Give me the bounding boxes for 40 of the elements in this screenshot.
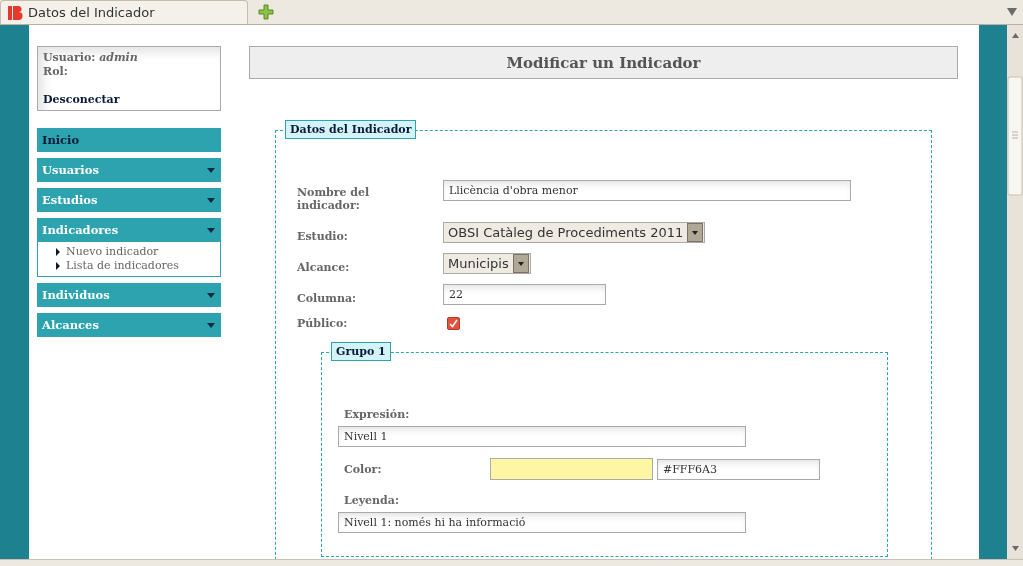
logo-icon <box>7 4 23 21</box>
dropdown-arrow-icon <box>207 167 215 173</box>
field-label: Columna: <box>297 292 358 305</box>
text-field[interactable]: Nivell 1 <box>338 426 746 447</box>
bullet-icon <box>56 248 60 256</box>
color-swatch[interactable] <box>490 458 653 480</box>
new-tab-icon[interactable] <box>258 4 274 20</box>
checkbox[interactable] <box>447 317 460 330</box>
text-field[interactable]: #FFF6A3 <box>657 458 820 480</box>
menu-item[interactable]: Inicio <box>37 128 221 152</box>
role-label: Rol: <box>43 65 69 79</box>
submenu-link[interactable]: Nuevo indicador <box>66 245 159 259</box>
caret-icon <box>517 261 524 266</box>
submenu-link[interactable]: Lista de indicadores <box>66 259 179 273</box>
dropdown-arrow-icon <box>207 227 215 233</box>
text-field[interactable]: Llicència d'obra menor <box>443 180 851 201</box>
user-name: Usuario: admin <box>43 51 139 65</box>
field-label: Alcance: <box>297 261 351 274</box>
logout-link[interactable]: Desconectar <box>43 93 215 106</box>
field-label: Nombre del indicador: <box>297 186 371 212</box>
field-label: Público: <box>297 317 349 330</box>
scrollbar[interactable] <box>1007 25 1023 559</box>
tab-list-icon[interactable] <box>1007 8 1017 16</box>
field-label: Leyenda: <box>344 494 400 507</box>
text-field[interactable]: Nivell 1: només hi ha informació <box>338 512 746 533</box>
field-label: Expresión: <box>344 408 411 421</box>
select-dropdown[interactable]: Municipis <box>443 253 531 274</box>
fieldset-legend: Grupo 1 <box>331 342 391 361</box>
select-dropdown[interactable]: OBSI Catàleg de Procediments 2011 <box>443 222 706 243</box>
dropdown-arrow-icon <box>207 197 215 203</box>
browser-tab[interactable]: Datos del Indicador <box>0 0 248 24</box>
field-label: Estudio: <box>297 230 349 243</box>
page-title: Modificar un Indicador <box>506 53 701 72</box>
text-field[interactable]: 22 <box>443 284 606 305</box>
bullet-icon <box>56 262 60 270</box>
dropdown-arrow-icon <box>207 292 215 298</box>
fieldset-legend: Datos del Indicador <box>285 120 417 139</box>
dropdown-arrow-icon <box>207 322 215 328</box>
field-label: Color: <box>344 462 383 476</box>
caret-icon <box>692 230 699 235</box>
